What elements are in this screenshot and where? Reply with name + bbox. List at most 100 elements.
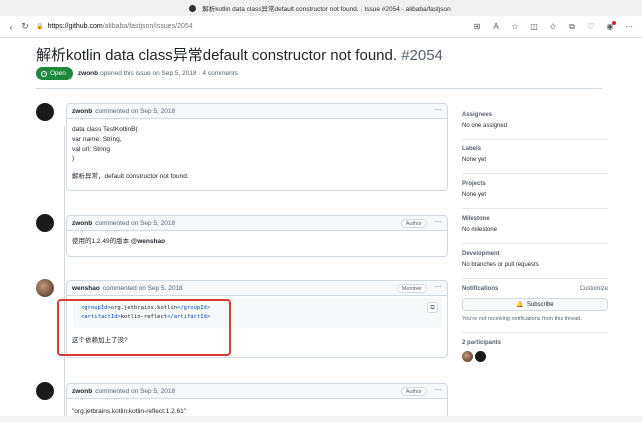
reload-icon[interactable]: ↻ — [20, 21, 30, 32]
title-divider — [36, 88, 602, 89]
issue-status-row: Open zwonb opened this issue on Sep 5, 2… — [36, 67, 238, 80]
avatar[interactable] — [36, 214, 54, 232]
favorites-icon[interactable]: ✩ — [548, 21, 558, 32]
highlight-annotation — [57, 299, 231, 356]
sidebar-assignees[interactable]: Assignees No one assigned — [462, 112, 608, 129]
window-title: 解析kotlin data class异常default constructor… — [202, 6, 451, 13]
window-titlebar: 解析kotlin data class异常default constructor… — [0, 0, 642, 16]
avatar[interactable] — [36, 279, 54, 297]
sidebar-title: Milestone — [462, 216, 490, 222]
sidebar-title: Labels — [462, 146, 482, 152]
sidebar-value: None yet — [462, 192, 487, 198]
avatar[interactable] — [36, 382, 54, 400]
url-path: /alibaba/fastjson/issues/2054 — [102, 23, 193, 30]
split-screen-icon[interactable]: ◫ — [529, 21, 539, 32]
subscribe-button[interactable]: 🔔 Subscribe — [462, 298, 608, 311]
browser-toolbar-icons: ⊞ A ☆ ◫ ✩ ⧉ ♡ ◉ ⋯ — [472, 21, 634, 32]
comment-meta[interactable]: commented on Sep 5, 2018 — [95, 220, 175, 227]
sidebar-value: None yet — [462, 157, 487, 163]
comment-1: zwonb commented on Sep 5, 2018 ··· data … — [66, 103, 448, 191]
sidebar-divider — [462, 332, 608, 333]
user-mention[interactable]: @wenshao — [131, 238, 165, 245]
comment-author[interactable]: zwonb — [72, 220, 92, 227]
sidebar-development[interactable]: Development No branches or pull requests — [462, 251, 608, 268]
profile-icon[interactable]: ◉ — [605, 21, 616, 32]
sidebar-divider — [462, 139, 608, 140]
status-badge: Open — [36, 67, 73, 80]
sidebar-value: No one assigned — [462, 123, 508, 129]
comment-author[interactable]: wenshao — [72, 285, 100, 292]
sidebar-notifications: Notifications Customize 🔔 Subscribe You'… — [462, 286, 608, 322]
github-logo-icon — [189, 4, 197, 12]
comment-2: zwonb commented on Sep 5, 2018 Author ··… — [66, 215, 448, 257]
more-options-icon[interactable]: ··· — [435, 105, 442, 114]
sidebar-labels[interactable]: Labels None yet — [462, 146, 608, 163]
page-title: 解析kotlin data class异常default constructor… — [36, 44, 443, 65]
more-icon[interactable]: ⋯ — [624, 21, 634, 32]
browser-toolbar: ‹ ↻ 🔒 https://github.com /alibaba/fastjs… — [0, 16, 642, 38]
sidebar-divider — [462, 243, 608, 244]
comment-body: 使用的1.2.49的版本 @wenshao — [67, 231, 447, 253]
bell-icon: 🔔 — [516, 302, 524, 308]
issue-number: #2054 — [401, 47, 443, 64]
comment-line: var name: String, — [72, 135, 122, 143]
more-options-icon[interactable]: ··· — [435, 282, 442, 291]
sidebar-milestone[interactable]: Milestone No milestone — [462, 216, 608, 233]
issue-opened-icon — [41, 70, 47, 77]
notifications-title: Notifications — [462, 286, 499, 292]
more-options-icon[interactable]: ··· — [435, 217, 442, 226]
comment-meta[interactable]: commented on Sep 5, 2018 — [103, 285, 183, 292]
timeline-line — [64, 126, 65, 416]
heart-icon[interactable]: ♡ — [586, 21, 596, 32]
sidebar-title: 2 participants — [462, 340, 502, 346]
read-aloud-icon[interactable]: A — [491, 21, 501, 32]
lock-icon: 🔒 — [36, 24, 44, 30]
copy-icon[interactable]: ⧉ — [427, 302, 438, 313]
grid-icon[interactable]: ⊞ — [472, 21, 482, 32]
role-badge: Author — [400, 219, 427, 228]
sidebar-participants: 2 participants — [462, 340, 608, 362]
issue-title-text: 解析kotlin data class异常default constructor… — [36, 47, 398, 64]
role-badge: Author — [400, 387, 427, 396]
sidebar-divider — [462, 173, 608, 174]
back-icon[interactable]: ‹ — [6, 22, 16, 32]
issue-opened-text: opened this issue on Sep 5, 2018 · 4 com… — [100, 70, 238, 77]
comment-text: 使用的1.2.49的版本 @wenshao — [72, 237, 442, 247]
sidebar-divider — [462, 278, 608, 279]
issue-page: 解析kotlin data class异常default constructor… — [0, 38, 642, 422]
comment-author[interactable]: zwonb — [72, 388, 92, 395]
comment-meta[interactable]: commented on Sep 5, 2018 — [95, 388, 175, 395]
notifications-note: You're not receiving notifications from … — [462, 316, 582, 322]
comment-author[interactable]: zwonb — [72, 108, 92, 115]
comment-header: wenshao commented on Sep 5, 2018 Member … — [67, 281, 447, 296]
address-bar[interactable]: 🔒 https://github.com /alibaba/fastjson/i… — [36, 20, 193, 34]
comment-text-before: 使用的1.2.49的版本 — [72, 238, 131, 245]
comment-line: ) — [72, 155, 75, 163]
collections-icon[interactable]: ⧉ — [567, 21, 577, 32]
sidebar-title: Projects — [462, 181, 486, 187]
sidebar-divider — [462, 208, 608, 209]
comment-line: 解析异常，default constructor not found. — [72, 173, 189, 180]
comment-header: zwonb commented on Sep 5, 2018 Author ··… — [67, 384, 447, 399]
star-icon[interactable]: ☆ — [510, 21, 520, 32]
avatar[interactable] — [36, 103, 54, 121]
comment-header: zwonb commented on Sep 5, 2018 Author ··… — [67, 216, 447, 231]
participant-avatar[interactable] — [475, 351, 486, 362]
sidebar-projects[interactable]: Projects None yet — [462, 181, 608, 198]
comment-line: data class TestKotlinB( — [72, 126, 138, 133]
participant-list — [462, 351, 608, 362]
horizontal-scrollbar[interactable] — [0, 416, 642, 422]
sidebar-title: Assignees — [462, 112, 493, 118]
sidebar-value: No milestone — [462, 227, 498, 233]
participant-avatar[interactable] — [462, 351, 473, 362]
comment-header: zwonb commented on Sep 5, 2018 ··· — [67, 104, 447, 119]
issue-author[interactable]: zwonb — [78, 70, 98, 77]
comment-body: data class TestKotlinB( var name: String… — [67, 119, 447, 188]
sidebar-value: No branches or pull requests — [462, 262, 539, 268]
customize-link[interactable]: Customize — [580, 286, 608, 292]
more-options-icon[interactable]: ··· — [435, 385, 442, 394]
subscribe-label: Subscribe — [526, 301, 554, 308]
sidebar-title: Notifications Customize — [462, 286, 608, 292]
comment-meta[interactable]: commented on Sep 5, 2018 — [95, 108, 175, 115]
url-host: https://github.com — [47, 23, 103, 30]
